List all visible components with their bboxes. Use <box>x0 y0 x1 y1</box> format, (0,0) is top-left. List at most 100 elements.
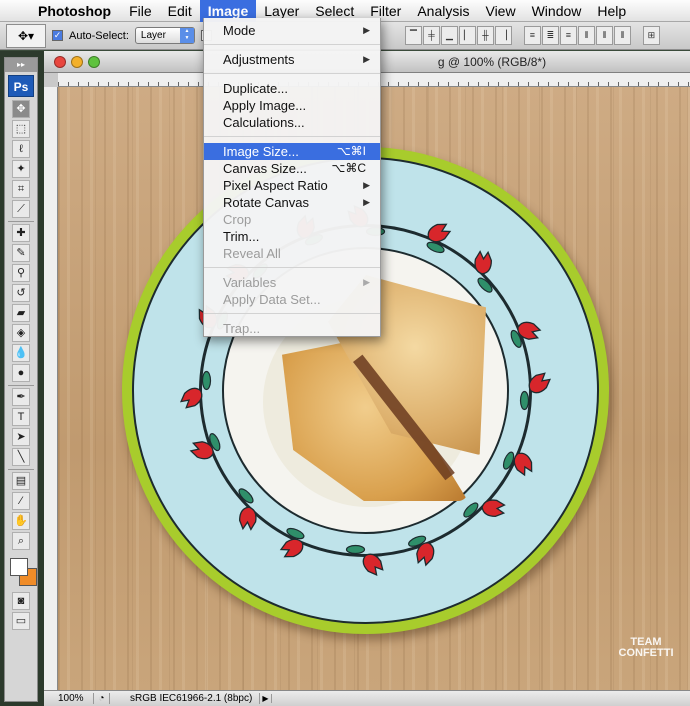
menu-item-adjustments[interactable]: Adjustments ▶ <box>204 51 380 68</box>
path-selection-tool-icon[interactable]: ➤ <box>12 428 30 446</box>
team-confetti-watermark: TEAM CONFETTI <box>606 637 686 659</box>
notes-tool-icon[interactable]: ▤ <box>12 472 30 490</box>
zoom-tool-icon[interactable]: ⌕ <box>12 532 30 550</box>
menu-view[interactable]: View <box>477 0 523 22</box>
document-profile: sRGB IEC61966-2.1 (8bpc) <box>110 693 260 704</box>
crop-tool-icon[interactable]: ⌗ <box>12 180 30 198</box>
menu-separator <box>204 73 380 74</box>
canvas-size-shortcut: ⌥⌘C <box>331 161 367 175</box>
eyedropper-tool-icon[interactable]: ⁄ <box>12 492 30 510</box>
quick-mask-icon[interactable]: ◙ <box>12 592 30 610</box>
blur-tool-icon[interactable]: 💧 <box>12 344 30 362</box>
distribute-bottom-icon[interactable]: ≡ <box>559 26 577 45</box>
distribute-vcenter-icon[interactable]: ≣ <box>541 26 559 45</box>
clone-stamp-tool-icon[interactable]: ⚲ <box>12 264 30 282</box>
align-right-icon[interactable]: ▕ <box>494 26 512 45</box>
distribute-buttons: ≡ ≣ ≡ ⦀ ⦀ ⦀ <box>523 26 631 45</box>
menu-item-apply-data-set: Apply Data Set... <box>223 292 321 307</box>
tulip-motif <box>510 321 542 348</box>
menu-window[interactable]: Window <box>524 0 590 22</box>
align-bottom-icon[interactable]: ▁ <box>440 26 458 45</box>
menu-item-duplicate[interactable]: Duplicate... <box>204 80 380 97</box>
move-tool-icon[interactable]: ✥ <box>12 100 30 118</box>
tool-separator <box>8 385 34 386</box>
tulip-motif <box>474 250 493 293</box>
dodge-tool-icon[interactable]: ● <box>12 364 30 382</box>
lasso-tool-icon[interactable]: ℓ <box>12 140 30 158</box>
tools-panel-area: ▸▸ Ps ✥ ⬚ ℓ ✦ ⌗ ⟋ ✚ ✎ ⚲ ↺ ▰ ◈ 💧 ● ✒ T ➤ … <box>0 51 44 706</box>
brush-tool-icon[interactable]: ✎ <box>12 244 30 262</box>
healing-brush-tool-icon[interactable]: ✚ <box>12 224 30 242</box>
magic-wand-tool-icon[interactable]: ✦ <box>12 160 30 178</box>
menu-analysis[interactable]: Analysis <box>409 0 477 22</box>
history-brush-tool-icon[interactable]: ↺ <box>12 284 30 302</box>
menu-item-image-size[interactable]: Image Size... ⌥⌘I <box>204 143 380 160</box>
auto-select-checkbox[interactable]: ✓ <box>52 30 63 41</box>
tools-panel-header[interactable]: ▸▸ <box>5 58 37 72</box>
align-hcenter-icon[interactable]: ╫ <box>476 26 494 45</box>
menu-photoshop[interactable]: Photoshop <box>34 0 121 22</box>
menu-item-trim[interactable]: Trim... <box>204 228 380 245</box>
tulip-motif <box>238 488 257 531</box>
tool-separator <box>8 221 34 222</box>
menu-item-apply-image[interactable]: Apply Image... <box>204 97 380 114</box>
distribute-hcenter-icon[interactable]: ⦀ <box>595 26 613 45</box>
menu-edit[interactable]: Edit <box>160 0 200 22</box>
tools-panel: ▸▸ Ps ✥ ⬚ ℓ ✦ ⌗ ⟋ ✚ ✎ ⚲ ↺ ▰ ◈ 💧 ● ✒ T ➤ … <box>4 57 38 702</box>
menu-separator <box>204 313 380 314</box>
menu-item-mode[interactable]: Mode ▶ <box>204 22 380 39</box>
auto-align-buttons: ⊞ <box>642 26 660 45</box>
status-menu-arrow-icon[interactable]: ▶ <box>260 694 272 703</box>
ps-logo[interactable]: Ps <box>8 75 34 97</box>
tulip-motif <box>519 372 552 411</box>
zoom-level-field[interactable]: 100% <box>44 693 94 704</box>
submenu-arrow-icon: ▶ <box>363 180 370 190</box>
status-bar: 100% ◔ sRGB IEC61966-2.1 (8bpc) ▶ <box>44 690 690 706</box>
align-vcenter-icon[interactable]: ╪ <box>422 26 440 45</box>
distribute-right-icon[interactable]: ⦀ <box>613 26 631 45</box>
menu-item-rotate-canvas[interactable]: Rotate Canvas ▶ <box>204 194 380 211</box>
status-info-icon[interactable]: ◔ <box>94 693 110 704</box>
menu-separator <box>204 44 380 45</box>
screen-mode-icon[interactable]: ▭ <box>12 612 30 630</box>
image-size-shortcut: ⌥⌘I <box>336 144 366 158</box>
menu-item-trap: Trap... <box>223 321 261 336</box>
auto-align-layers-icon[interactable]: ⊞ <box>642 26 660 45</box>
tulip-motif <box>463 499 506 518</box>
menu-item-crop: Crop <box>223 212 252 227</box>
menu-item-calculations[interactable]: Calculations... <box>204 114 380 131</box>
submenu-arrow-icon: ▶ <box>363 197 370 207</box>
align-left-icon[interactable]: ▏ <box>458 26 476 45</box>
align-top-icon[interactable]: ▔ <box>404 26 422 45</box>
move-tool-preset-icon[interactable]: ✥▾ <box>6 23 46 48</box>
hand-tool-icon[interactable]: ✋ <box>12 512 30 530</box>
submenu-arrow-icon: ▶ <box>363 277 370 287</box>
submenu-arrow-icon: ▶ <box>363 54 370 64</box>
menu-separator <box>204 136 380 137</box>
menu-item-canvas-size[interactable]: Canvas Size... ⌥⌘C <box>204 160 380 177</box>
tulip-motif <box>408 535 435 567</box>
menu-help[interactable]: Help <box>589 0 634 22</box>
distribute-top-icon[interactable]: ≡ <box>523 26 541 45</box>
menu-file[interactable]: File <box>121 0 160 22</box>
paint-bucket-tool-icon[interactable]: ◈ <box>12 324 30 342</box>
pen-tool-icon[interactable]: ✒ <box>12 388 30 406</box>
auto-select-label: Auto-Select: <box>69 29 129 42</box>
type-tool-icon[interactable]: T <box>12 408 30 426</box>
tool-separator <box>8 469 34 470</box>
marquee-tool-icon[interactable]: ⬚ <box>12 120 30 138</box>
auto-select-dropdown[interactable]: Layer <box>134 27 195 44</box>
slice-tool-icon[interactable]: ⟋ <box>12 200 30 218</box>
foreground-color-swatch[interactable] <box>10 558 28 576</box>
eraser-tool-icon[interactable]: ▰ <box>12 304 30 322</box>
distribute-left-icon[interactable]: ⦀ <box>577 26 595 45</box>
tulip-motif <box>179 370 212 409</box>
tulip-motif <box>345 544 384 577</box>
line-tool-icon[interactable]: ╲ <box>12 448 30 466</box>
vertical-ruler[interactable] <box>44 87 58 690</box>
menu-item-reveal-all: Reveal All <box>223 246 281 261</box>
color-swatches <box>5 556 37 590</box>
menu-item-variables: Variables ▶ <box>223 275 370 290</box>
image-menu-dropdown: Mode ▶ Adjustments ▶ Duplicate... Apply Im… <box>203 18 381 337</box>
menu-item-pixel-aspect-ratio[interactable]: Pixel Aspect Ratio ▶ <box>204 177 380 194</box>
